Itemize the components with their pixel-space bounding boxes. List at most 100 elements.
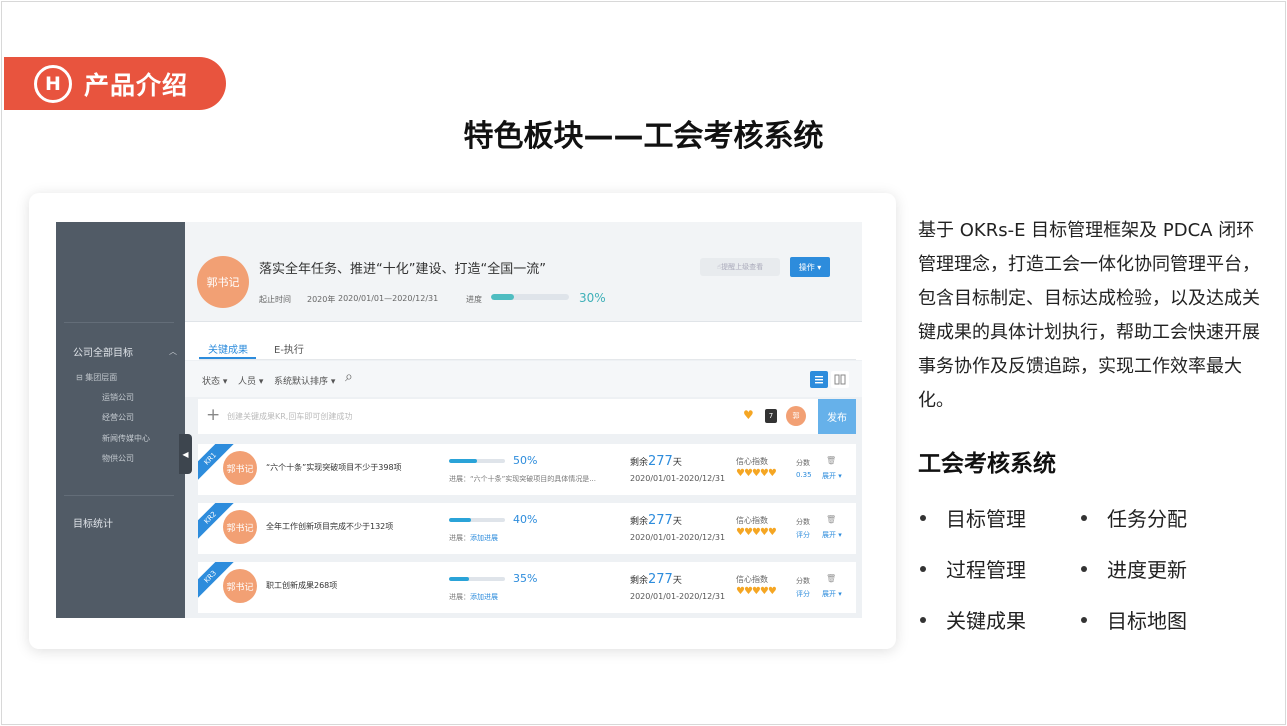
- sidebar-subitem[interactable]: 物供公司: [102, 453, 134, 464]
- feature-label: 目标管理: [946, 507, 1026, 531]
- feature-label: 目标地图: [1107, 609, 1187, 633]
- publish-button[interactable]: 发布: [818, 399, 856, 434]
- progress-label: 进度: [466, 295, 482, 304]
- kr-title[interactable]: 全年工作创新项目完成不少于132项: [266, 521, 393, 532]
- confidence-label: 信心指数: [736, 457, 768, 466]
- trash-icon[interactable]: 🗑: [826, 574, 836, 583]
- kr-row[interactable]: KR3 郭书记 职工创新成果268项 35% 进展：添加进展 剩余277天 20…: [198, 562, 856, 613]
- kr-progress-note: 进展：“六个十条”实现突破项目的具体情况是...: [449, 474, 596, 484]
- remind-button[interactable]: ☝ 提醒上级查看: [700, 258, 780, 276]
- kr-title[interactable]: “六个十条”实现突破项目不少于398项: [266, 462, 402, 473]
- kr-progress-pct: 40%: [513, 513, 538, 526]
- score-label: 分数: [796, 459, 810, 467]
- score-value[interactable]: 评分: [796, 530, 810, 540]
- kr-date-range: 2020/01/01-2020/12/31: [630, 592, 726, 601]
- collapse-chevron-icon[interactable]: ︿: [169, 346, 177, 357]
- expand-button[interactable]: 展开 ▾: [822, 589, 842, 599]
- kr-progress-note: 进展：添加进展: [449, 592, 498, 602]
- sidebar-item-stats[interactable]: 目标统计: [73, 515, 113, 530]
- objective-progress-pct: 30%: [579, 291, 606, 305]
- sidebar-toggle-icon[interactable]: ◀: [179, 434, 192, 474]
- feature-item: 关键成果: [920, 605, 1026, 634]
- sidebar-divider: [64, 322, 174, 323]
- sidebar-divider: [64, 495, 174, 496]
- remaining-post: 天: [672, 517, 682, 527]
- trash-icon[interactable]: 🗑: [826, 515, 836, 524]
- kr-row[interactable]: KR1 郭书记 “六个十条”实现突破项目不少于398项 50% 进展：“六个十条…: [198, 444, 856, 495]
- objective-progress-fill: [491, 294, 515, 300]
- sidebar: 公司全部目标 ︿ ⊟ 集团层面 运销公司 经营公司 新闻传媒中心 物供公司 目标…: [56, 222, 185, 618]
- filter-sort[interactable]: 系统默认排序 ▾: [274, 374, 335, 387]
- list-view-icon[interactable]: [810, 371, 828, 388]
- kr-note-text: 进展：“六个十条”实现突破项目的具体情况是...: [449, 475, 596, 483]
- remaining-pre: 剩余: [630, 517, 649, 527]
- create-kr-input[interactable]: 创建关键成果KR,回车即可创建成功: [227, 411, 352, 422]
- score-label: 分数: [796, 518, 810, 526]
- tab-key-results[interactable]: 关键成果: [208, 341, 248, 356]
- bullet-icon: [1081, 565, 1087, 572]
- sidebar-subitem[interactable]: 新闻传媒中心: [102, 433, 150, 444]
- sidebar-subitem[interactable]: 运销公司: [102, 392, 134, 403]
- confidence-label: 信心指数: [736, 575, 768, 584]
- calendar-icon[interactable]: 7: [765, 409, 777, 423]
- objective-header: 郭书记 落实全年任务、推进“十化”建设、打造“全国一流” 起止时间 2020年 …: [185, 222, 862, 322]
- feature-label: 关键成果: [946, 609, 1026, 633]
- kr-progress-pct: 35%: [513, 572, 538, 585]
- add-progress-link[interactable]: 添加进展: [470, 593, 498, 601]
- confidence-label: 信心指数: [736, 516, 768, 525]
- remind-label: 提醒上级查看: [721, 263, 764, 271]
- heart-icon[interactable]: ♥: [743, 408, 754, 422]
- tab-active-indicator: [199, 357, 256, 359]
- feature-label: 过程管理: [946, 558, 1026, 582]
- remaining-post: 天: [672, 458, 682, 468]
- confidence-hearts-icon[interactable]: ♥♥♥♥♥: [736, 586, 777, 597]
- trash-icon[interactable]: 🗑: [826, 456, 836, 465]
- section-badge: H 产品介绍: [4, 57, 226, 110]
- kr-progress-bar: [449, 518, 505, 522]
- logo-icon: H: [34, 64, 72, 103]
- badge-text: 产品介绍: [84, 70, 189, 100]
- period-year: 2020年: [307, 295, 336, 304]
- kr-title[interactable]: 职工创新成果268项: [266, 580, 337, 591]
- score-value[interactable]: 0.35: [796, 471, 812, 479]
- sidebar-item-group[interactable]: ⊟ 集团层面: [76, 372, 117, 383]
- confidence-hearts-icon[interactable]: ♥♥♥♥♥: [736, 527, 777, 538]
- bullet-icon: [920, 565, 926, 572]
- create-kr-row: + 创建关键成果KR,回车即可创建成功 ♥ 7 郭 发布: [198, 399, 856, 434]
- objective-progress-bar: [491, 294, 569, 300]
- filter-status[interactable]: 状态 ▾: [202, 374, 227, 387]
- kr-progress-fill: [449, 459, 477, 463]
- kr-progress-fill: [449, 577, 469, 581]
- operation-button[interactable]: 操作 ▾: [790, 257, 830, 277]
- kr-date-range: 2020/01/01-2020/12/31: [630, 474, 726, 483]
- avatar: 郭书记: [223, 451, 257, 485]
- assignee-avatar[interactable]: 郭: [786, 406, 806, 426]
- expand-button[interactable]: 展开 ▾: [822, 471, 842, 481]
- period-label: 起止时间: [259, 295, 291, 304]
- plus-icon[interactable]: +: [206, 405, 220, 425]
- score-value[interactable]: 评分: [796, 589, 810, 599]
- kr-note-text: 进展：: [449, 534, 470, 542]
- card-view-icon[interactable]: [831, 371, 849, 388]
- bullet-icon: [920, 616, 926, 623]
- kr-progress-fill: [449, 518, 472, 522]
- page-title: 特色板块——工会考核系统: [463, 119, 824, 154]
- confidence-hearts-icon[interactable]: ♥♥♥♥♥: [736, 468, 777, 479]
- feature-item: 目标管理: [920, 503, 1026, 532]
- description-text: 基于 OKRs-E 目标管理框架及 PDCA 闭环管理理念，打造工会一体化协同管…: [918, 220, 1260, 411]
- filter-people[interactable]: 人员 ▾: [238, 374, 263, 387]
- feature-item: 目标地图: [1081, 605, 1187, 634]
- remaining-pre: 剩余: [630, 458, 649, 468]
- kr-progress-pct: 50%: [513, 454, 538, 467]
- tab-e-execution[interactable]: E-执行: [274, 341, 304, 356]
- kr-row[interactable]: KR2 郭书记 全年工作创新项目完成不少于132项 40% 进展：添加进展 剩余…: [198, 503, 856, 554]
- add-progress-link[interactable]: 添加进展: [470, 534, 498, 542]
- kr-remaining: 剩余277天: [630, 513, 682, 528]
- sidebar-subitem[interactable]: 经营公司: [102, 412, 134, 423]
- expand-button[interactable]: 展开 ▾: [822, 530, 842, 540]
- avatar: 郭书记: [223, 569, 257, 603]
- feature-item: 过程管理: [920, 554, 1026, 583]
- feature-label: 任务分配: [1107, 507, 1187, 531]
- sidebar-item-all-goals[interactable]: 公司全部目标: [73, 344, 133, 359]
- search-icon[interactable]: ⌕: [345, 369, 353, 385]
